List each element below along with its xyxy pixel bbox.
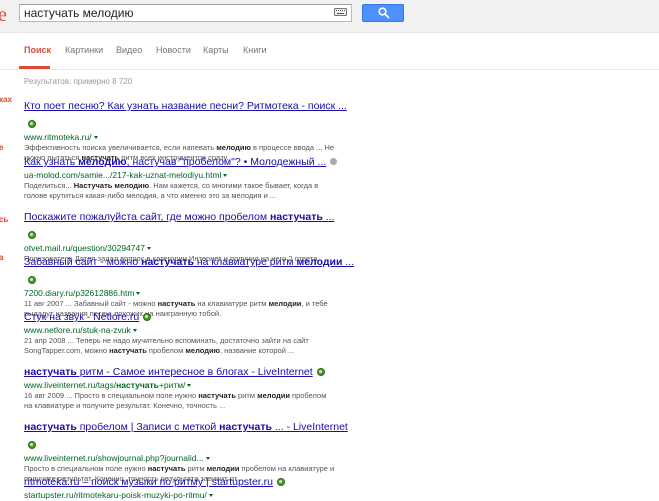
logo-fragment[interactable]: e [0, 4, 7, 27]
url-dropdown-caret-icon[interactable] [205, 457, 210, 460]
tab-maps[interactable]: Карты [203, 45, 229, 55]
result-url: www.ritmoteka.ru/ [24, 132, 92, 142]
safe-site-icon [28, 231, 36, 239]
result-stats: Результатов: примерно 8 720 [24, 77, 133, 86]
search-input[interactable] [20, 5, 328, 21]
tab-books[interactable]: Книги [243, 45, 267, 55]
result-title[interactable]: ritmoteka.ru – поиск музыки по ритму | s… [24, 476, 273, 488]
search-button[interactable] [362, 4, 404, 22]
tab-search[interactable]: Поиск [24, 45, 51, 55]
safe-site-icon [143, 313, 152, 321]
left-panel-fragment[interactable]: а [0, 253, 3, 262]
site-status-icon [330, 158, 338, 165]
result-title[interactable]: Стук на звук - Netlore.ru [24, 311, 139, 323]
result-snippet-line: голове крутиться какая-либо мелодия, а ч… [24, 191, 277, 200]
result-snippet-line: 16 авг 2009 ... Просто в специальном пол… [24, 391, 327, 400]
result-title[interactable]: настучать ритм - Самое интересное в блог… [24, 366, 313, 378]
result-title[interactable]: Забавный сайт - можно настучать на клави… [24, 256, 354, 268]
left-panel-fragment[interactable]: ках [0, 95, 12, 104]
top-bar: e [0, 0, 659, 33]
search-result: ritmoteka.ru – поиск музыки по ритму | s… [24, 472, 344, 501]
url-dropdown-caret-icon[interactable] [223, 174, 228, 177]
result-snippet-line: 21 апр 2008 ... Теперь не надо мучительн… [24, 336, 309, 345]
result-title[interactable]: Поскажите пожалуйста сайт, где можно про… [24, 211, 335, 223]
result-snippet-line: Поделиться... Настучать мелодию. Нам каж… [24, 181, 319, 190]
url-dropdown-caret-icon[interactable] [136, 292, 141, 295]
result-title[interactable]: Кто поет песню? Как узнать название песн… [24, 100, 347, 112]
result-url: www.liveinternet.ru/tags/настучать+ритм/ [24, 380, 186, 390]
result-snippet-line: на клавиатуре и получите результат. Коне… [24, 401, 226, 410]
result-url: www.netlore.ru/stuk-na-zvuk [24, 325, 131, 335]
magnifier-icon [378, 7, 390, 19]
active-tab-indicator [19, 66, 50, 69]
search-tabs: Поиск Картинки Видео Новости Карты Книги [0, 39, 659, 70]
url-dropdown-caret-icon[interactable] [93, 136, 98, 139]
result-url: www.liveinternet.ru/showjournal.php?jour… [24, 453, 204, 463]
result-url: startupster.ru/ritmotekaru-poisk-muzyki-… [24, 490, 207, 500]
result-url: ua-molod.com/samie.../217-kak-uznat-melo… [24, 170, 222, 180]
url-dropdown-caret-icon[interactable] [132, 329, 137, 332]
tab-video[interactable]: Видео [116, 45, 142, 55]
tab-news[interactable]: Новости [156, 45, 191, 55]
result-snippet-line: SongTapper.com, можно настучать пробелом… [24, 346, 295, 355]
keyboard-icon[interactable] [334, 8, 347, 16]
url-dropdown-caret-icon[interactable] [208, 494, 213, 497]
left-panel-fragment[interactable]: е [0, 143, 3, 152]
search-result: Как узнать мелодию, настучав "пробелом"?… [24, 152, 344, 201]
search-result: Стук на звук - Netlore.ru www.netlore.ru… [24, 307, 344, 356]
result-title[interactable]: настучать пробелом | Записи с меткой нас… [24, 421, 348, 433]
url-dropdown-caret-icon[interactable] [187, 384, 192, 387]
safe-site-icon [316, 368, 325, 376]
result-url: 7200.diary.ru/p32612886.htm [24, 288, 135, 298]
safe-site-icon [28, 276, 36, 284]
left-panel-fragment[interactable]: сь [0, 215, 8, 224]
safe-site-icon [28, 441, 36, 449]
result-title[interactable]: Как узнать мелодию, настучав "пробелом"?… [24, 156, 326, 168]
tab-images[interactable]: Картинки [65, 45, 103, 55]
safe-site-icon [28, 120, 36, 128]
url-dropdown-caret-icon[interactable] [146, 247, 151, 250]
search-result: настучать ритм - Самое интересное в блог… [24, 362, 344, 411]
safe-site-icon [276, 478, 285, 486]
search-box[interactable] [19, 4, 352, 22]
